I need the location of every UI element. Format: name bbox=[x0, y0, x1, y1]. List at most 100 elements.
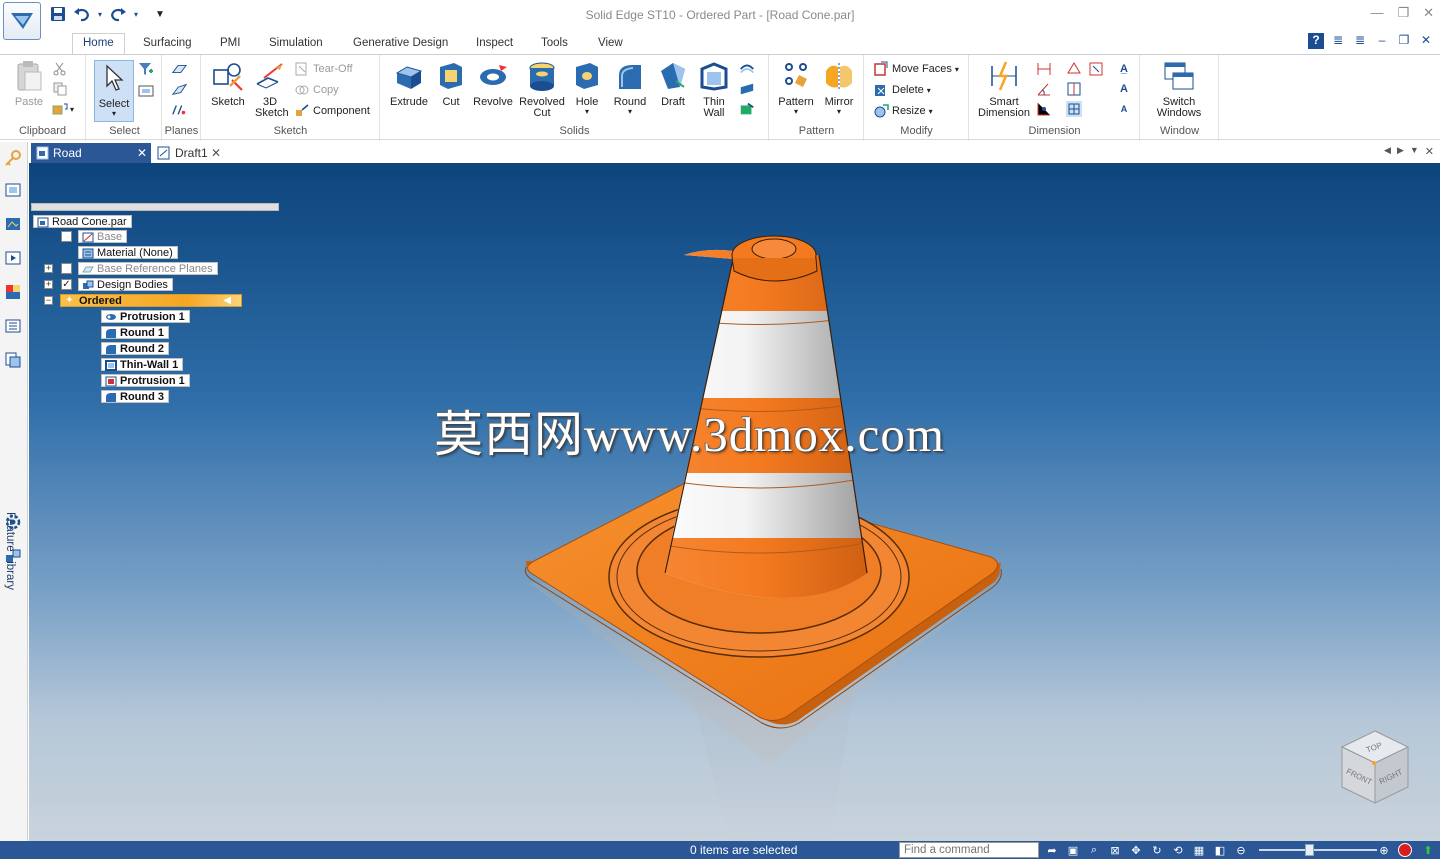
share-arrow-icon[interactable]: ➦ bbox=[1044, 842, 1060, 858]
record-icon[interactable] bbox=[1398, 843, 1412, 857]
extrude-button[interactable]: Extrude bbox=[387, 59, 431, 108]
tree-feature-round-3[interactable]: Round 3 bbox=[101, 390, 169, 403]
doc-tab-road-cone[interactable]: Road Cone.par ✕ bbox=[31, 143, 151, 180]
tree-root-road-cone[interactable]: Road Cone.par bbox=[33, 215, 132, 228]
help-icon[interactable]: ? bbox=[1308, 33, 1324, 49]
pan-icon[interactable]: ✥ bbox=[1128, 842, 1144, 858]
command-finder-input[interactable] bbox=[899, 842, 1039, 858]
mirror-button[interactable]: Mirror ▾ bbox=[818, 59, 860, 116]
minimize-icon[interactable]: — bbox=[1370, 5, 1383, 21]
smart-dimension-button[interactable]: Smart Dimension bbox=[974, 59, 1034, 119]
close-icon[interactable]: ✕ bbox=[137, 143, 147, 163]
zoom-icon[interactable]: ⌕ bbox=[1086, 842, 1102, 858]
rendering-icon[interactable] bbox=[3, 214, 23, 234]
save-icon[interactable] bbox=[48, 4, 68, 24]
pmi-icon[interactable] bbox=[1088, 61, 1104, 77]
draft-button[interactable]: Draft bbox=[653, 59, 693, 108]
tab-home[interactable]: Home bbox=[72, 33, 125, 55]
revolve-button[interactable]: Revolve bbox=[471, 59, 515, 108]
base-reference-planes-checkbox[interactable] bbox=[61, 263, 72, 274]
relationship-handles-icon[interactable] bbox=[1066, 101, 1082, 117]
base-checkbox[interactable] bbox=[61, 231, 72, 242]
minimize-icon[interactable]: – bbox=[1374, 33, 1390, 49]
doc-tab-draft1[interactable]: Draft1 ✕ bbox=[153, 143, 225, 163]
close-icon[interactable]: ✕ bbox=[1423, 5, 1434, 21]
3d-sketch-button[interactable]: 3D Sketch bbox=[250, 59, 290, 119]
chevron-down-icon[interactable]: ▾ bbox=[132, 4, 140, 24]
tree-item-base[interactable]: Base bbox=[78, 230, 128, 243]
delete-button[interactable]: Delete ▾ bbox=[873, 81, 931, 99]
chevron-down-icon[interactable]: ▾ bbox=[70, 105, 74, 114]
move-faces-button[interactable]: Move Faces ▾ bbox=[873, 60, 959, 78]
tree-feature-round-2[interactable]: Round 2 bbox=[101, 342, 169, 355]
road-cone-model[interactable] bbox=[29, 163, 1440, 841]
chevron-down-icon[interactable]: ▾ bbox=[927, 86, 931, 95]
tab-view[interactable]: View bbox=[588, 34, 633, 54]
graphics-viewport[interactable]: Road Cone.par Base Material (None) + Bas… bbox=[29, 163, 1440, 841]
revolved-cut-button[interactable]: Revolved Cut bbox=[519, 59, 565, 119]
filter-icon[interactable] bbox=[138, 61, 154, 77]
angle-between-icon[interactable] bbox=[1036, 81, 1052, 97]
angled-plane-icon[interactable] bbox=[171, 81, 187, 97]
pattern-button[interactable]: Pattern ▾ bbox=[775, 59, 817, 116]
close-icon[interactable]: ✕ bbox=[1418, 33, 1434, 49]
distance-between-icon[interactable] bbox=[1036, 61, 1052, 77]
pathfinder-grip[interactable] bbox=[31, 203, 279, 211]
resize-button[interactable]: Resize ▾ bbox=[873, 102, 933, 120]
cut-button[interactable]: Cut bbox=[435, 59, 467, 108]
spin-about-icon[interactable]: ⟲ bbox=[1170, 842, 1186, 858]
switch-windows-button[interactable]: Switch Windows bbox=[1147, 59, 1211, 119]
tab-pmi[interactable]: PMI bbox=[210, 34, 250, 54]
thin-wall-button[interactable]: Thin Wall bbox=[695, 59, 733, 119]
list-alt-icon[interactable]: ≣ bbox=[1352, 33, 1368, 49]
tree-feature-round-1[interactable]: Round 1 bbox=[101, 326, 169, 339]
paste-button[interactable]: Paste bbox=[12, 59, 46, 108]
views-icon[interactable]: ▦ bbox=[1191, 842, 1207, 858]
helix-icon[interactable] bbox=[739, 61, 755, 77]
settings-gear-icon[interactable] bbox=[3, 512, 23, 532]
copy-icon[interactable] bbox=[52, 81, 68, 97]
tab-tools[interactable]: Tools bbox=[531, 34, 578, 54]
tree-item-ordered[interactable]: ✦ Ordered ◀ bbox=[60, 294, 242, 307]
tree-item-design-bodies[interactable]: Design Bodies bbox=[78, 278, 173, 291]
layers-icon[interactable] bbox=[3, 180, 23, 200]
select-button[interactable]: Select ▾ bbox=[94, 60, 134, 122]
tree-feature-protrusion-1b[interactable]: Protrusion 1 bbox=[101, 374, 190, 387]
rib-icon[interactable] bbox=[739, 101, 755, 117]
lip-icon[interactable] bbox=[739, 81, 755, 97]
expand-icon[interactable]: + bbox=[44, 280, 53, 289]
coordinate-dimension-icon[interactable] bbox=[1036, 101, 1052, 117]
zoom-slider-track[interactable] bbox=[1259, 849, 1377, 851]
upload-arrow-icon[interactable]: ⬆ bbox=[1420, 842, 1436, 858]
decrease-font-icon[interactable]: A bbox=[1116, 101, 1132, 117]
copy-sketch-button[interactable]: Copy bbox=[294, 81, 339, 99]
zoom-out-icon[interactable]: ⊖ bbox=[1233, 842, 1249, 858]
restore-icon[interactable]: ❐ bbox=[1397, 5, 1409, 21]
design-bodies-checkbox[interactable]: ✓ bbox=[61, 279, 72, 290]
animation-icon[interactable] bbox=[3, 248, 23, 268]
collapse-icon[interactable]: − bbox=[44, 296, 53, 305]
component-button[interactable]: Component bbox=[294, 102, 370, 120]
coincident-plane-icon[interactable] bbox=[171, 61, 187, 77]
rotate-icon[interactable]: ↻ bbox=[1149, 842, 1165, 858]
dimension-style-icon[interactable] bbox=[1066, 61, 1082, 77]
tree-feature-protrusion-1[interactable]: Protrusion 1 bbox=[101, 310, 190, 323]
assembly-icon[interactable] bbox=[3, 546, 23, 566]
zoom-in-icon[interactable]: ⊕ bbox=[1376, 842, 1392, 858]
tear-off-button[interactable]: Tear-Off bbox=[294, 60, 353, 78]
chevron-right-icon[interactable]: ▶ bbox=[1397, 145, 1404, 158]
chevron-down-icon[interactable]: ▼ bbox=[1410, 145, 1419, 158]
redo-icon[interactable] bbox=[108, 4, 128, 24]
round-button[interactable]: Round ▾ bbox=[609, 59, 651, 116]
cut-scissors-icon[interactable] bbox=[52, 61, 68, 77]
rollback-marker-icon[interactable]: ◀ bbox=[223, 295, 231, 307]
chevron-down-icon[interactable]: ▾ bbox=[929, 107, 933, 116]
format-painter-icon[interactable] bbox=[52, 101, 68, 117]
tree-item-base-reference-planes[interactable]: Base Reference Planes bbox=[78, 262, 218, 275]
chevron-left-icon[interactable]: ◀ bbox=[1384, 145, 1391, 158]
tab-simulation[interactable]: Simulation bbox=[259, 34, 333, 54]
tab-generative-design[interactable]: Generative Design bbox=[343, 34, 458, 54]
sketch-button[interactable]: Sketch bbox=[208, 59, 248, 108]
hole-button[interactable]: Hole ▾ bbox=[569, 59, 605, 116]
pathfinder-key-icon[interactable] bbox=[3, 148, 23, 168]
